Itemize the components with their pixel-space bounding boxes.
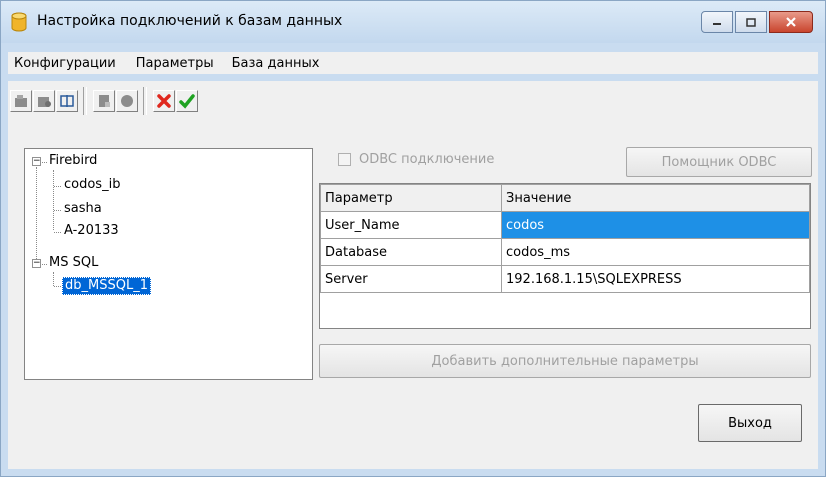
param-value-cell[interactable]: 192.168.1.15\SQLEXPRESS bbox=[501, 265, 810, 293]
collapse-icon[interactable]: − bbox=[32, 157, 41, 166]
apply-button[interactable] bbox=[176, 90, 198, 112]
maximize-button[interactable] bbox=[735, 11, 767, 33]
param-value-cell[interactable]: codos_ms bbox=[501, 238, 810, 266]
caption-buttons bbox=[701, 11, 813, 33]
edit-connection-icon bbox=[60, 95, 74, 107]
cancel-icon bbox=[157, 94, 171, 108]
table-row[interactable]: Database codos_ms bbox=[320, 238, 810, 266]
main-window: Настройка подключений к базам данных Кон… bbox=[0, 0, 826, 477]
window-title: Настройка подключений к базам данных bbox=[37, 13, 343, 29]
toolbar-separator bbox=[83, 87, 87, 115]
exit-button[interactable]: Выход bbox=[698, 404, 802, 442]
client-area: − Firebird codos_ib sasha A-20133 − MS S… bbox=[8, 121, 818, 469]
toolbar bbox=[8, 81, 818, 121]
disconnect-icon bbox=[121, 95, 133, 107]
param-name-cell[interactable]: User_Name bbox=[320, 211, 502, 239]
db-settings-button[interactable] bbox=[33, 90, 55, 112]
table-row[interactable]: Server 192.168.1.15\SQLEXPRESS bbox=[320, 265, 810, 293]
title-bar[interactable]: Настройка подключений к базам данных bbox=[1, 1, 825, 43]
menu-database[interactable]: База данных bbox=[226, 56, 326, 71]
tree-group-firebird[interactable]: Firebird bbox=[49, 152, 97, 170]
column-header-value[interactable]: Значение bbox=[501, 184, 810, 212]
odbc-checkbox-label: ODBC подключение bbox=[359, 152, 495, 167]
checkmark-icon bbox=[179, 94, 195, 109]
menu-bar: Конфигурации Параметры База данных bbox=[8, 52, 818, 74]
minimize-icon bbox=[713, 23, 721, 25]
menu-parameters[interactable]: Параметры bbox=[130, 56, 220, 71]
table-row[interactable]: User_Name codos bbox=[320, 211, 810, 239]
add-parameters-button[interactable]: Добавить дополнительные параметры bbox=[319, 344, 811, 378]
table-header-row: Параметр Значение bbox=[320, 184, 810, 212]
disconnect-button[interactable] bbox=[116, 90, 138, 112]
database-icon bbox=[11, 12, 27, 32]
menu-configurations[interactable]: Конфигурации bbox=[8, 56, 122, 71]
add-db-button[interactable] bbox=[10, 90, 32, 112]
odbc-checkbox[interactable] bbox=[338, 153, 351, 166]
add-db-icon bbox=[15, 95, 27, 107]
param-name-cell[interactable]: Database bbox=[320, 238, 502, 266]
param-value-cell[interactable]: codos bbox=[501, 211, 810, 239]
collapse-icon[interactable]: − bbox=[32, 259, 41, 268]
close-button[interactable] bbox=[769, 11, 813, 33]
close-icon bbox=[786, 17, 796, 27]
parameters-grid[interactable]: Параметр Значение User_Name codos Databa… bbox=[319, 183, 811, 329]
toolbar-separator bbox=[143, 87, 147, 115]
odbc-checkbox-row[interactable]: ODBC подключение bbox=[338, 152, 494, 167]
odbc-helper-button[interactable]: Помощник ODBC bbox=[626, 147, 812, 177]
edit-connection-button[interactable] bbox=[56, 90, 78, 112]
tree-item-a-20133[interactable]: A-20133 bbox=[64, 222, 119, 240]
cancel-button[interactable] bbox=[153, 90, 175, 112]
tree-item-codos-ib[interactable]: codos_ib bbox=[64, 176, 120, 194]
param-name-cell[interactable]: Server bbox=[320, 265, 502, 293]
new-db-icon bbox=[99, 95, 110, 107]
new-db-button[interactable] bbox=[93, 90, 115, 112]
tree-item-sasha[interactable]: sasha bbox=[64, 200, 102, 218]
maximize-icon bbox=[746, 17, 756, 27]
db-settings-icon bbox=[38, 97, 51, 107]
parameters-table: Параметр Значение User_Name codos Databa… bbox=[320, 184, 810, 293]
minimize-button[interactable] bbox=[701, 11, 733, 33]
connection-tree[interactable]: − Firebird codos_ib sasha A-20133 − MS S… bbox=[24, 148, 313, 380]
tree-item-db-mssql-1[interactable]: db_MSSQL_1 bbox=[62, 277, 151, 295]
tree-group-mssql[interactable]: MS SQL bbox=[49, 254, 98, 272]
column-header-parameter[interactable]: Параметр bbox=[320, 184, 502, 212]
